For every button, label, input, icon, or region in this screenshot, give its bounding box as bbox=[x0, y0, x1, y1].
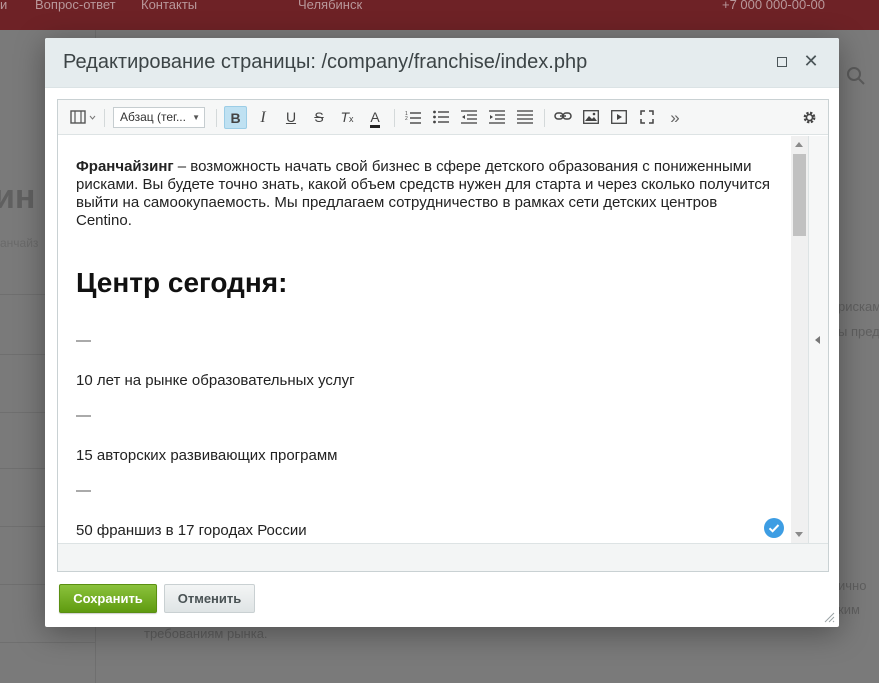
list-item: 10 лет на рынке образовательных услуг bbox=[76, 372, 355, 389]
video-icon[interactable] bbox=[608, 106, 630, 129]
indent-icon[interactable] bbox=[486, 106, 508, 129]
separator-dash: — bbox=[76, 407, 91, 424]
remove-format-icon[interactable]: Tx bbox=[336, 106, 358, 129]
chevron-down-icon: ▼ bbox=[192, 113, 200, 122]
bg-text-fragment: рискам bbox=[838, 299, 879, 314]
svg-text:2: 2 bbox=[405, 116, 408, 122]
resize-grip-icon[interactable] bbox=[823, 611, 835, 623]
editor-content[interactable]: Франчайзинг – возможность начать свой би… bbox=[58, 136, 791, 543]
intro-text: – возможность начать свой бизнес в сфере… bbox=[76, 158, 771, 229]
bg-text-fragment: ким bbox=[838, 602, 860, 617]
text-color-icon[interactable]: A bbox=[364, 106, 386, 129]
separator-dash: — bbox=[76, 482, 91, 499]
close-icon[interactable]: ✕ bbox=[803, 52, 819, 70]
save-button[interactable]: Сохранить bbox=[59, 584, 157, 613]
bg-phone: +7 000 000-00-00 bbox=[722, 0, 826, 12]
list-item: 15 авторских развивающих программ bbox=[76, 447, 338, 464]
bg-text-fragment: ично bbox=[838, 578, 867, 593]
bg-nav-link-contacts: Контакты bbox=[141, 0, 198, 12]
cancel-button[interactable]: Отменить bbox=[164, 584, 255, 613]
editor-status-bar bbox=[58, 543, 828, 571]
view-mode-icon[interactable] bbox=[66, 106, 100, 129]
unordered-list-icon[interactable] bbox=[430, 106, 452, 129]
bg-page-heading: ин bbox=[0, 178, 36, 216]
background-header: и Вопрос-ответ Контакты Челябинск +7 000… bbox=[0, 0, 879, 30]
bg-text-fragment: ы пред bbox=[838, 324, 879, 339]
bold-icon[interactable]: B bbox=[224, 106, 247, 129]
maximize-icon[interactable] bbox=[777, 57, 787, 67]
bg-breadcrumb: анчайз bbox=[0, 236, 39, 250]
outdent-icon[interactable] bbox=[458, 106, 480, 129]
ordered-list-icon[interactable]: 12 bbox=[402, 106, 424, 129]
edit-page-dialog: Редактирование страницы: /company/franch… bbox=[45, 38, 839, 627]
bg-nav-link-faq: Вопрос-ответ bbox=[35, 0, 116, 12]
gear-icon[interactable] bbox=[798, 106, 820, 129]
bg-text-fragment: требованиям рынка. bbox=[144, 626, 268, 641]
dialog-title: Редактирование страницы: /company/franch… bbox=[63, 51, 588, 73]
image-icon[interactable] bbox=[580, 106, 602, 129]
separator-dash: — bbox=[76, 332, 91, 349]
bg-search-icon bbox=[847, 67, 865, 85]
list-item: 50 франшиз в 17 городах России bbox=[76, 522, 307, 539]
bg-city: Челябинск bbox=[298, 0, 363, 12]
intro-bold: Франчайзинг bbox=[76, 158, 174, 175]
scroll-thumb[interactable] bbox=[793, 154, 806, 236]
scroll-up-icon[interactable] bbox=[795, 142, 803, 147]
editor-toolbar: Абзац (тег... ▼ B I U S Tx A 12 » bbox=[58, 100, 828, 135]
strikethrough-icon[interactable]: S bbox=[308, 106, 330, 129]
side-panel-toggle[interactable] bbox=[808, 136, 828, 543]
scroll-down-icon[interactable] bbox=[795, 532, 803, 537]
format-select[interactable]: Абзац (тег... ▼ bbox=[113, 107, 205, 128]
italic-icon[interactable]: I bbox=[252, 106, 274, 129]
bg-nav-link: и bbox=[0, 0, 8, 12]
fullscreen-icon[interactable] bbox=[636, 106, 658, 129]
underline-icon[interactable]: U bbox=[280, 106, 302, 129]
spellcheck-badge-icon[interactable] bbox=[764, 518, 784, 538]
section-heading: Центр сегодня: bbox=[76, 267, 288, 298]
vertical-scrollbar[interactable] bbox=[791, 136, 808, 543]
html-editor: Абзац (тег... ▼ B I U S Tx A 12 » Франча… bbox=[57, 99, 829, 572]
format-select-value: Абзац (тег... bbox=[120, 110, 186, 124]
more-tools-icon[interactable]: » bbox=[664, 106, 686, 129]
intro-paragraph: Франчайзинг – возможность начать свой би… bbox=[76, 158, 773, 230]
align-icon[interactable] bbox=[514, 106, 536, 129]
link-icon[interactable] bbox=[552, 106, 574, 129]
chevron-left-icon bbox=[815, 336, 820, 344]
dialog-header[interactable]: Редактирование страницы: /company/franch… bbox=[45, 38, 839, 88]
